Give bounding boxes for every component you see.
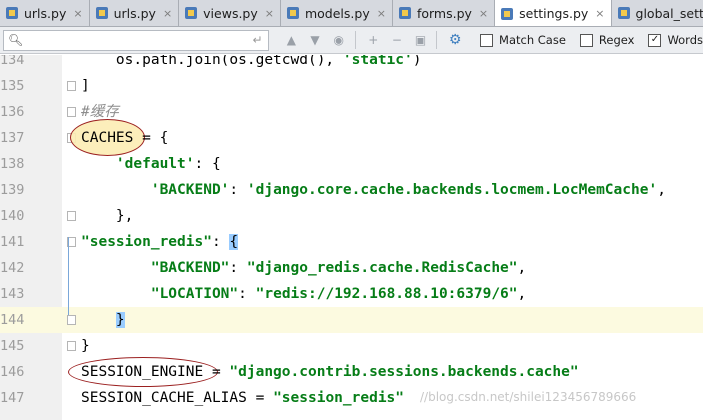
fold-marker-icon[interactable]	[67, 107, 76, 117]
python-file-icon	[286, 6, 300, 20]
remove-occurrence-icon[interactable]: −	[386, 29, 408, 51]
tab-label: urls.py	[113, 5, 156, 21]
line-number: 139	[0, 182, 25, 198]
python-file-icon	[617, 6, 631, 20]
line-number: 135	[0, 78, 25, 94]
tab-close-icon[interactable]: ×	[163, 7, 172, 20]
words-option[interactable]: ✓ Words	[648, 33, 703, 47]
line-number: 146	[0, 364, 25, 380]
tab-forms[interactable]: forms.py ×	[393, 0, 496, 26]
tab-global-settings[interactable]: global_settings	[612, 0, 703, 26]
tab-settings[interactable]: settings.py ×	[495, 0, 612, 26]
tab-models[interactable]: models.py ×	[281, 0, 393, 26]
code-text: ]	[81, 78, 90, 94]
regex-checkbox[interactable]	[579, 33, 593, 47]
toolbar-divider	[354, 31, 356, 49]
line-number: 136	[0, 104, 25, 120]
python-file-icon	[5, 6, 19, 20]
match-case-label: Match Case	[499, 33, 566, 47]
code-line[interactable]: 145	[0, 333, 703, 359]
match-case-checkbox[interactable]	[480, 33, 494, 47]
line-number: 137	[0, 130, 25, 146]
code-text: SESSION_ENGINE = "django.contrib.session…	[81, 364, 579, 380]
line-number: 142	[0, 260, 25, 276]
arrow-up-icon[interactable]: ▲	[281, 29, 303, 51]
regex-label: Regex	[598, 33, 635, 47]
search-field[interactable]: 🔍︎ ↵	[3, 29, 269, 51]
tab-label: views.py	[203, 5, 258, 21]
search-icon[interactable]: 🔍︎	[8, 33, 23, 47]
line-number: 141	[0, 234, 25, 250]
line-number: 140	[0, 208, 25, 224]
tab-label: forms.py	[416, 5, 472, 21]
tab-urls-2[interactable]: urls.py ×	[90, 0, 180, 26]
search-input[interactable]	[27, 31, 248, 49]
code-text: }	[115, 312, 125, 328]
line-number: 145	[0, 338, 25, 354]
line-number: 143	[0, 286, 25, 302]
code-text: },	[81, 208, 134, 224]
code-text: 'default': {	[115, 156, 221, 172]
tab-close-icon[interactable]: ×	[265, 7, 274, 20]
line-number: 134	[0, 55, 25, 68]
code-line[interactable]: 135	[0, 73, 703, 99]
tab-close-icon[interactable]: ×	[73, 7, 82, 20]
fold-marker-icon[interactable]	[67, 341, 76, 351]
code-text: 'BACKEND': 'django.core.cache.backends.l…	[150, 182, 666, 198]
fold-marker-icon[interactable]	[67, 211, 76, 221]
python-file-icon	[95, 6, 109, 20]
regex-option[interactable]: Regex	[579, 33, 635, 47]
code-text: "session_redis": {	[81, 234, 239, 250]
toolbar-divider	[436, 31, 438, 49]
code-text: "LOCATION": "redis://192.168.88.10:6379/…	[150, 286, 527, 302]
fold-marker-icon[interactable]	[67, 81, 76, 91]
enter-icon: ↵	[252, 33, 263, 47]
arrow-down-icon[interactable]: ▼	[304, 29, 326, 51]
tab-label: global_settings	[635, 5, 703, 21]
tab-close-icon[interactable]: ×	[595, 7, 604, 20]
line-number: 147	[0, 390, 25, 406]
line-number: 144	[0, 312, 25, 328]
watermark: //blog.csdn.net/shilei123456789666	[420, 390, 637, 404]
select-all-occurrences-icon[interactable]: ▣	[410, 29, 432, 51]
words-label: Words	[667, 33, 703, 47]
find-toolbar: 🔍︎ ↵ ▲ ▼ ◉ + − ▣ ⚙ Match Case Regex ✓ Wo…	[0, 27, 703, 54]
python-file-icon	[184, 6, 198, 20]
find-all-icon[interactable]: ◉	[328, 29, 350, 51]
code-text: }	[81, 338, 90, 354]
tab-urls-1[interactable]: urls.py ×	[0, 0, 90, 26]
tab-label: models.py	[304, 5, 370, 21]
python-file-icon	[500, 7, 514, 21]
code-text: CACHES = {	[81, 130, 169, 146]
code-text: SESSION_CACHE_ALIAS = "session_redis"	[81, 390, 405, 406]
code-editor[interactable]: 134 135 136 137 138 139 140 141 142 143 144 145 146 1…	[0, 55, 703, 420]
gear-icon[interactable]: ⚙	[444, 29, 466, 51]
line-number: 138	[0, 156, 25, 172]
words-checkbox[interactable]: ✓	[648, 33, 662, 47]
add-occurrence-icon[interactable]: +	[362, 29, 384, 51]
tab-close-icon[interactable]: ×	[479, 7, 488, 20]
fold-marker-icon[interactable]	[67, 315, 76, 325]
tab-views[interactable]: views.py ×	[179, 0, 281, 26]
python-file-icon	[398, 6, 412, 20]
match-case-option[interactable]: Match Case	[480, 33, 566, 47]
tab-close-icon[interactable]: ×	[377, 7, 386, 20]
bracket-guide	[68, 237, 69, 315]
tab-label: settings.py	[519, 6, 589, 21]
code-text: "BACKEND": "django_redis.cache.RedisCach…	[150, 260, 527, 276]
tab-label: urls.py	[24, 5, 67, 21]
code-text: os.path.join(os.getcwd(), 'static')	[81, 55, 422, 68]
editor-tab-bar: urls.py × urls.py × views.py × models.py…	[0, 0, 703, 27]
code-text: #缓存	[81, 104, 119, 120]
